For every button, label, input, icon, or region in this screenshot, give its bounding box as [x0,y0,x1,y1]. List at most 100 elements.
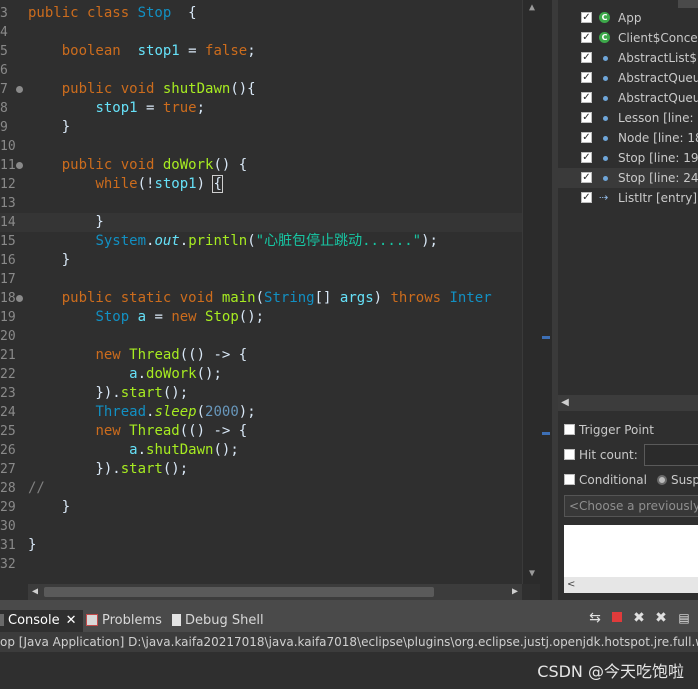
code-line[interactable]: 27 }).start(); [0,460,522,479]
code-line[interactable]: 21 new Thread(() -> { [0,346,522,365]
editor-horizontal-scrollbar[interactable]: ◀ ▶ [28,584,522,600]
checkbox-checked-icon[interactable]: ✓ [581,152,592,163]
line-number: 8 [0,101,8,116]
code-token: }). [28,385,121,401]
scroll-left-icon[interactable]: ◀ [28,584,42,600]
terminate-icon[interactable] [609,610,625,626]
scroll-down-icon[interactable]: ▼ [526,568,538,580]
checkbox-checked-icon[interactable]: ✓ [581,12,592,23]
code-line[interactable]: 24 Thread.sleep(2000); [0,403,522,422]
overview-ruler[interactable] [540,0,552,600]
document-icon[interactable]: ▤ [676,610,692,626]
breakpoint-list[interactable]: ✓ C App ✓ C Client$Concer ✓ AbstractList$L ✓ Abst… [558,8,698,393]
breakpoint-label: Client$Concer [618,31,698,45]
hit-count-checkbox[interactable]: Hit count: [564,446,638,464]
checkbox-checked-icon[interactable]: ✓ [581,132,592,143]
code-line[interactable]: 25 new Thread(() -> { [0,422,522,441]
scrollbar-thumb[interactable] [44,587,434,597]
code-line[interactable]: 13 [0,194,522,213]
fold-icon[interactable] [16,295,23,302]
checkbox-icon[interactable] [564,424,575,435]
suspend-radio[interactable] [656,475,667,485]
close-icon[interactable]: ✕ [66,613,77,628]
ruler-marker[interactable] [542,432,550,435]
code-line[interactable]: 5 boolean stop1 = false; [0,42,522,61]
code-line[interactable]: 28 // [0,479,522,498]
conditional-checkbox[interactable]: Conditional Susp [564,471,698,489]
remove-launch-icon[interactable]: ✖ [631,610,647,626]
breakpoint-item[interactable]: ✓ C Client$Concer [558,28,698,48]
breakpoint-item[interactable]: ✓ Stop [line: 19] [558,148,698,168]
code-line[interactable]: 31} [0,536,522,555]
tab-console[interactable]: Console ✕ [0,610,83,632]
breakpoint-item[interactable]: ✓ AbstractQueu [558,88,698,108]
code-line[interactable]: 23 }).start(); [0,384,522,403]
code-token: stop1 [154,176,197,192]
choose-condition-dropdown[interactable]: <Choose a previously [564,495,698,517]
tab-debug-shell[interactable]: Debug Shell [172,610,264,632]
code-line[interactable]: 11 public void doWork() { [0,156,522,175]
code-line[interactable]: 26 a.shutDawn(); [0,441,522,460]
code-line[interactable]: 14 } [0,213,522,232]
checkbox-checked-icon[interactable]: ✓ [581,92,592,103]
code-line[interactable]: 8 stop1 = true; [0,99,522,118]
code-line[interactable]: 22 a.doWork(); [0,365,522,384]
breakpoint-item[interactable]: ✓ C App [558,8,698,28]
code-line[interactable]: 4 [0,23,522,42]
condition-editor-scrollbar[interactable]: < [564,577,698,593]
code-line[interactable]: 9 } [0,118,522,137]
breakpoint-label: ListItr [entry] - [618,191,698,205]
code-line[interactable]: 7 public void shutDawn(){ [0,80,522,99]
code-area[interactable]: 3 public class Stop {4 5 boolean stop1 = f… [0,4,522,584]
breakpoint-item[interactable]: ✓ AbstractList$L [558,48,698,68]
ruler-marker[interactable] [542,336,550,339]
breakpoint-dot-icon [603,136,608,141]
editor-vertical-scrollbar[interactable]: ▲ ▼ [522,0,540,584]
breakpoint-item[interactable]: ✓ Lesson [line: 1 [558,108,698,128]
code-line[interactable]: 29 } [0,498,522,517]
checkbox-checked-icon[interactable]: ✓ [581,72,592,83]
breakpoint-list-scrollbar[interactable]: ◀ [558,395,698,411]
scroll-left-icon[interactable]: < [567,577,575,593]
breakpoint-item[interactable]: ✓ AbstractQueu [558,68,698,88]
code-line[interactable]: 20 [0,327,522,346]
code-token: a [137,309,147,325]
fold-icon[interactable] [16,86,23,93]
checkbox-icon[interactable] [564,449,575,460]
scroll-right-icon[interactable]: ▶ [508,584,522,600]
tab-problems[interactable]: Problems [86,610,162,632]
code-line[interactable]: 18 public static void main(String[] args… [0,289,522,308]
scroll-up-icon[interactable]: ▲ [526,2,538,14]
scroll-left-icon[interactable]: ◀ [558,395,572,411]
fold-icon[interactable] [16,162,23,169]
checkbox-checked-icon[interactable]: ✓ [581,32,592,43]
code-line[interactable]: 12 while(!stop1) { [0,175,522,194]
checkbox-checked-icon[interactable]: ✓ [581,192,592,203]
hit-count-input[interactable] [644,444,698,466]
line-number: 25 [0,424,16,439]
code-line[interactable]: 6 [0,61,522,80]
code-line[interactable]: 10 [0,137,522,156]
code-line[interactable]: 32 [0,555,522,574]
code-line[interactable]: 19 Stop a = new Stop(); [0,308,522,327]
checkbox-checked-icon[interactable]: ✓ [581,112,592,123]
code-line[interactable]: 16 } [0,251,522,270]
code-editor[interactable]: 3 public class Stop {4 5 boolean stop1 = f… [0,0,540,600]
code-line[interactable]: 15 System.out.println("心脏包停止跳动......"); [0,232,522,251]
checkbox-checked-icon[interactable]: ✓ [581,172,592,183]
trigger-point-checkbox[interactable]: Trigger Point [564,421,654,439]
remove-all-icon[interactable]: ✖ [653,610,669,626]
breakpoint-item[interactable]: ✓ ⇢ ListItr [entry] - [558,188,698,208]
code-line[interactable]: 30 [0,517,522,536]
breakpoint-item[interactable]: ✓ Node [line: 18 [558,128,698,148]
condition-editor[interactable] [564,525,698,577]
code-line[interactable]: 17 [0,270,522,289]
sync-icon[interactable]: ⇆ [587,610,603,626]
code-line[interactable]: 3 public class Stop { [0,4,522,23]
checkbox-checked-icon[interactable]: ✓ [581,52,592,63]
checkbox-icon[interactable] [564,474,575,485]
breakpoint-item[interactable]: ✓ Stop [line: 24] [558,168,698,188]
code-token: public class [28,5,138,21]
